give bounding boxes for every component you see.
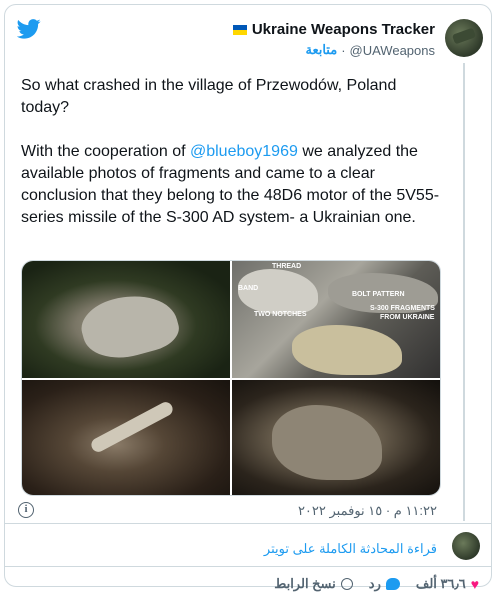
- image-label: BOLT PATTERN: [352, 291, 405, 298]
- handle-row: متابعة · @UAWeapons: [305, 42, 435, 58]
- small-avatar[interactable]: [452, 532, 480, 560]
- tweet-text-segment: With the cooperation of: [21, 143, 190, 160]
- media-photo-4[interactable]: [232, 380, 440, 495]
- heart-icon: ♥: [470, 576, 479, 592]
- author-handle[interactable]: @UAWeapons: [350, 43, 435, 58]
- thread-line: [463, 63, 465, 521]
- like-count: ٣٦٫٦ ألف: [415, 576, 466, 591]
- media-photo-3[interactable]: [22, 380, 230, 495]
- author-avatar[interactable]: [445, 19, 483, 57]
- tweet-card: Ukraine Weapons Tracker متابعة · @UAWeap…: [4, 4, 492, 592]
- follow-link[interactable]: متابعة: [305, 42, 337, 58]
- separator: ·: [341, 42, 346, 58]
- copy-link-label: نسخ الرابط: [274, 576, 336, 591]
- copy-link-button[interactable]: نسخ الرابط: [274, 576, 353, 592]
- media-photo-2[interactable]: THREAD BAND TWO NOTCHES BOLT PATTERN S-3…: [232, 261, 440, 378]
- image-label: BAND: [238, 285, 259, 292]
- image-label: S-300 FRAGMENTS: [370, 305, 435, 312]
- tweet-timestamp[interactable]: ١١:٢٢ م · ١٥ نوفمبر ٢٠٢٢: [298, 503, 437, 519]
- tweet-text: So what crashed in the village of Przewo…: [21, 75, 441, 251]
- reply-label: رد: [368, 576, 381, 591]
- media-grid[interactable]: THREAD BAND TWO NOTCHES BOLT PATTERN S-3…: [21, 260, 441, 496]
- info-icon[interactable]: i: [18, 502, 34, 518]
- ukraine-flag-icon: [232, 24, 247, 35]
- image-label: FROM UKRAINE: [380, 314, 435, 321]
- like-button[interactable]: ♥ ٣٦٫٦ ألف: [416, 576, 479, 592]
- mention-link[interactable]: @blueboy1969: [190, 143, 298, 160]
- tweet-paragraph: So what crashed in the village of Przewo…: [21, 77, 397, 116]
- image-label: THREAD: [272, 263, 302, 270]
- twitter-bird-icon[interactable]: [17, 19, 41, 39]
- tweet-paragraph: With the cooperation of @blueboy1969 we …: [21, 141, 441, 229]
- author-name-row[interactable]: Ukraine Weapons Tracker: [232, 21, 435, 38]
- read-full-conversation-link[interactable]: قراءة المحادثة الكاملة على تويتر: [264, 541, 437, 557]
- media-photo-1[interactable]: [22, 261, 230, 378]
- divider: [5, 566, 491, 567]
- reply-button[interactable]: رد: [369, 576, 400, 592]
- link-icon: [340, 578, 353, 590]
- reply-bubble-icon: [385, 578, 400, 590]
- image-label: TWO NOTCHES: [254, 311, 307, 318]
- action-bar: ♥ ٣٦٫٦ ألف رد نسخ الرابط: [274, 576, 479, 592]
- author-display-name[interactable]: Ukraine Weapons Tracker: [252, 21, 435, 38]
- divider: [5, 523, 491, 524]
